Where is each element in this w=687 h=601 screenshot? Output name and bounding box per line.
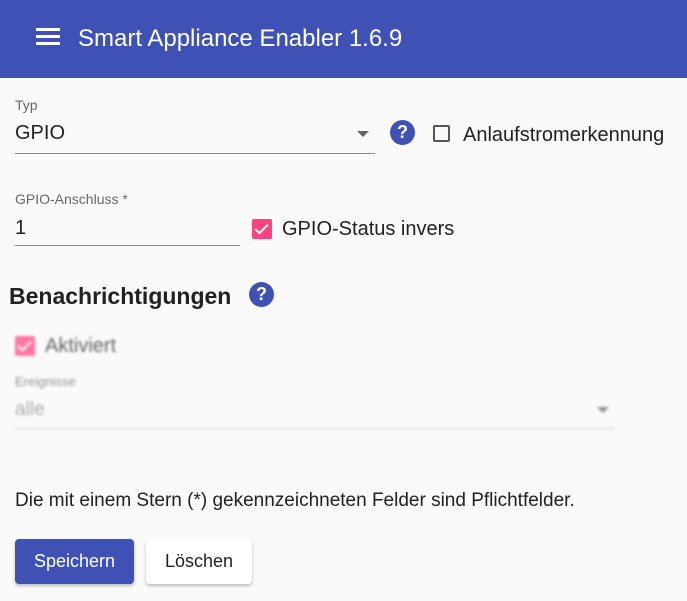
gpio-status-checkbox[interactable] — [252, 219, 272, 239]
app-toolbar: Smart Appliance Enabler 1.6.9 — [0, 0, 687, 78]
aktiviert-checkbox[interactable] — [15, 336, 35, 356]
anlaufstrom-checkbox[interactable] — [433, 125, 450, 142]
ereignisse-label: Ereignisse — [15, 374, 76, 389]
gpio-anschluss-field[interactable]: GPIO-Anschluss * 1 — [15, 191, 240, 246]
typ-help-icon[interactable]: ? — [390, 120, 415, 145]
dropdown-arrow-icon — [357, 131, 369, 137]
menu-icon[interactable] — [36, 28, 60, 46]
ereignisse-select[interactable]: Ereignisse alle — [15, 374, 615, 429]
delete-button[interactable]: Löschen — [146, 539, 252, 584]
aktiviert-label[interactable]: Aktiviert — [45, 335, 116, 358]
save-button[interactable]: Speichern — [15, 539, 134, 584]
required-fields-note: Die mit einem Stern (*) gekennzeichneten… — [15, 490, 575, 511]
typ-select[interactable]: Typ GPIO — [15, 97, 375, 154]
app-title: Smart Appliance Enabler 1.6.9 — [78, 25, 403, 52]
ereignisse-dropdown-arrow-icon — [597, 407, 609, 413]
ereignisse-value: alle — [15, 399, 45, 420]
ereignisse-underline — [15, 428, 615, 429]
gpio-anschluss-value: 1 — [15, 217, 27, 239]
typ-label: Typ — [15, 97, 38, 113]
gpio-anschluss-underline — [15, 245, 240, 246]
gpio-anschluss-label: GPIO-Anschluss * — [15, 191, 128, 207]
typ-underline — [15, 153, 375, 154]
typ-value: GPIO — [15, 122, 66, 144]
benachrichtigungen-help-icon[interactable]: ? — [249, 282, 274, 307]
gpio-status-label[interactable]: GPIO-Status invers — [282, 218, 454, 241]
anlaufstrom-label[interactable]: Anlaufstromerkennung — [463, 124, 664, 147]
benachrichtigungen-heading: Benachrichtigungen — [9, 283, 232, 309]
